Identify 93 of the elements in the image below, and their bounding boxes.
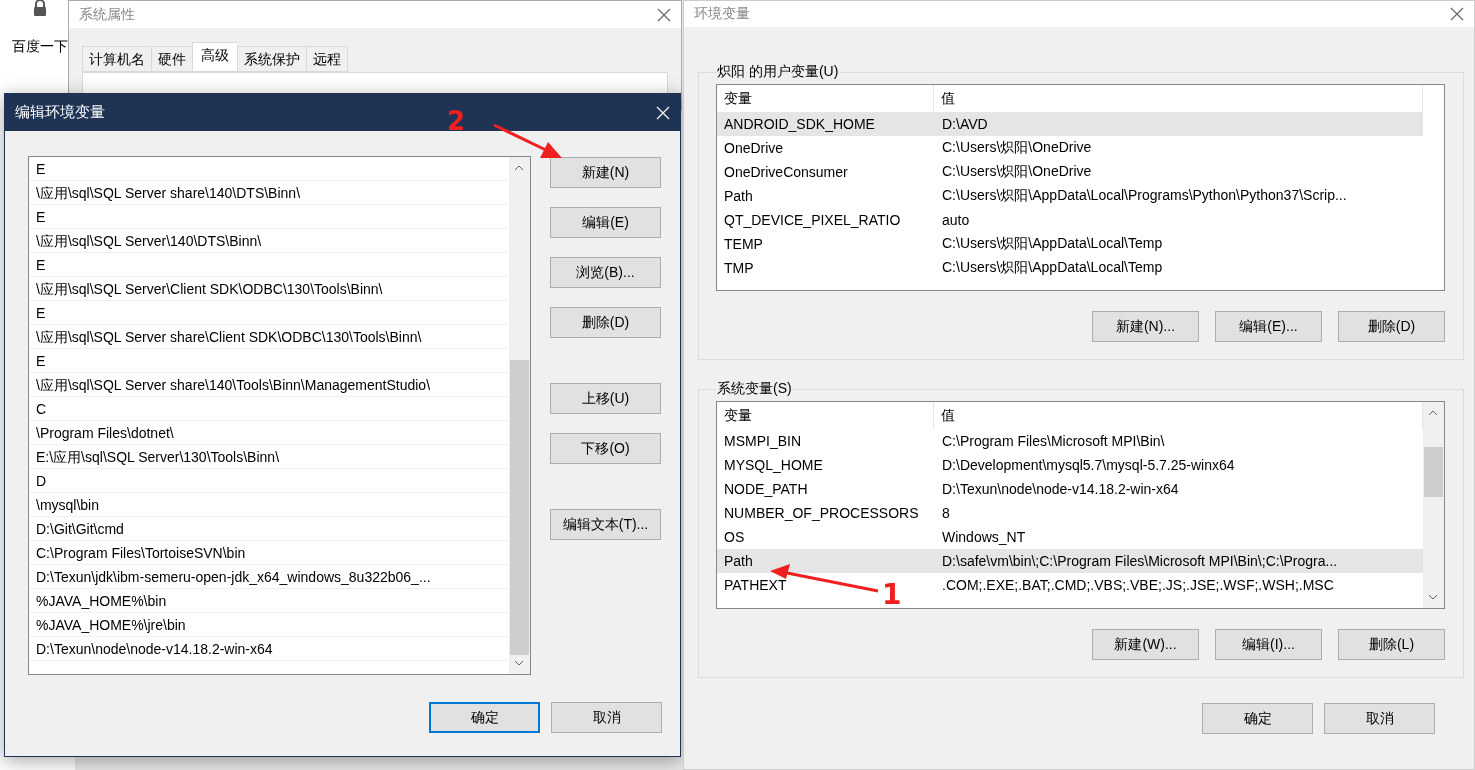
variable-button[interactable]: 编辑(E)... <box>1215 311 1322 342</box>
search-link[interactable]: 百度一下 <box>12 38 68 56</box>
tab[interactable]: 远程 <box>306 46 348 72</box>
path-entry[interactable]: %JAVA_HOME%\jre\bin <box>29 613 509 637</box>
dialog-button[interactable]: 下移(O) <box>550 433 661 464</box>
scroll-up-icon[interactable] <box>1428 410 1438 416</box>
annotation-number: 1 <box>882 578 902 611</box>
path-entry[interactable]: E <box>29 205 509 229</box>
tab[interactable]: 硬件 <box>151 46 192 72</box>
variable-value: 8 <box>941 505 950 521</box>
path-entry[interactable]: E:\应用\sql\SQL Server\130\Tools\Binn\ <box>29 445 509 469</box>
variable-value: D:\Development\mysql5.7\mysql-5.7.25-winx64 <box>941 457 1235 473</box>
variable-name: TMP <box>724 260 754 276</box>
variable-name: Path <box>724 553 753 569</box>
scroll-up-icon[interactable] <box>514 165 524 171</box>
cancel-button[interactable]: 取消 <box>1324 703 1435 734</box>
path-entry[interactable]: E <box>29 157 509 181</box>
dialog-button[interactable]: 编辑文本(T)... <box>550 509 661 540</box>
variable-value: C:\Users\炽阳\OneDrive <box>941 139 1092 157</box>
scrollbar[interactable] <box>509 157 530 674</box>
variable-button[interactable]: 编辑(I)... <box>1215 629 1322 660</box>
group-label: 系统变量(S) <box>716 380 793 398</box>
variable-value: Windows_NT <box>941 529 1026 545</box>
annotation-number: 2 <box>447 106 466 136</box>
path-entry[interactable]: D:\Git\Git\cmd <box>29 517 509 541</box>
variable-button[interactable]: 新建(W)... <box>1092 629 1199 660</box>
variable-button[interactable]: 新建(N)... <box>1092 311 1199 342</box>
variable-name: PATHEXT <box>724 577 787 593</box>
tab[interactable]: 系统保护 <box>237 46 306 72</box>
path-entry[interactable]: %JAVA_HOME%\bin <box>29 589 509 613</box>
dialog-button[interactable]: 删除(D) <box>550 307 661 338</box>
variable-value: auto <box>941 212 970 228</box>
variable-name: OS <box>724 529 745 545</box>
variable-value: D:\safe\vm\bin\;C:\Program Files\Microsoft MPI\Bin\;C:\Progra... <box>941 553 1338 569</box>
cancel-button[interactable]: 取消 <box>551 702 662 733</box>
ok-button[interactable]: 确定 <box>429 702 540 733</box>
path-entry[interactable]: D <box>29 469 509 493</box>
path-entry[interactable]: \应用\sql\SQL Server share\140\DTS\Binn\ <box>29 181 509 205</box>
dialog-button[interactable]: 编辑(E) <box>550 207 661 238</box>
variable-value: D:\Texun\node\node-v14.18.2-win-x64 <box>941 481 1179 497</box>
path-entry[interactable]: C:\Program Files\TortoiseSVN\bin <box>29 541 509 565</box>
path-entry[interactable]: C <box>29 397 509 421</box>
path-entry[interactable]: \应用\sql\SQL Server share\140\Tools\Binn\ManagementStudio\ <box>29 373 509 397</box>
window-title: 系统属性 <box>79 5 135 24</box>
variable-value: C:\Users\炽阳\OneDrive <box>941 163 1092 181</box>
path-entry[interactable]: E <box>29 253 509 277</box>
scroll-down-icon[interactable] <box>514 660 524 666</box>
path-entry[interactable]: E <box>29 349 509 373</box>
variable-button[interactable]: 删除(L) <box>1338 629 1445 660</box>
path-entry[interactable]: \mysql\bin <box>29 493 509 517</box>
variable-name: MYSQL_HOME <box>724 457 823 473</box>
path-entry[interactable]: \Program Files\dotnet\ <box>29 421 509 445</box>
scrollbar[interactable] <box>1423 402 1444 608</box>
path-entry[interactable]: \应用\sql\SQL Server\Client SDK\ODBC\130\Tools\Binn\ <box>29 277 509 301</box>
scrollbar-thumb[interactable] <box>510 360 529 655</box>
variable-name: Path <box>724 188 753 204</box>
variable-value: C:\Users\炽阳\AppData\Local\Programs\Python\Python37\Scrip... <box>941 187 1347 205</box>
variable-value: D:\AVD <box>941 116 988 132</box>
tab[interactable]: 计算机名 <box>82 46 151 72</box>
path-entry[interactable]: \应用\sql\SQL Server share\Client SDK\ODBC\130\Tools\Binn\ <box>29 325 509 349</box>
variable-name: ANDROID_SDK_HOME <box>724 116 875 132</box>
variable-value: C:\Users\炽阳\AppData\Local\Temp <box>941 235 1163 253</box>
path-entry[interactable]: D:\Texun\node\node-v14.18.2-win-x64 <box>29 637 509 661</box>
group-label: 炽阳 的用户变量(U) <box>716 63 840 81</box>
path-entry[interactable]: E <box>29 301 509 325</box>
selected-row-highlight[interactable]: Path D:\safe\vm\bin\;C:\Program Files\Microsoft MPI\Bin\;C:\Progra... <box>717 549 1423 573</box>
close-icon[interactable] <box>657 7 671 22</box>
scrollbar-thumb[interactable] <box>1424 447 1443 497</box>
variable-value: .COM;.EXE;.BAT;.CMD;.VBS;.VBE;.JS;.JSE;.WSF;.WSH;.MSC <box>941 577 1334 593</box>
dialog-button[interactable]: 上移(U) <box>550 383 661 414</box>
variable-value: C:\Program Files\Microsoft MPI\Bin\ <box>941 433 1165 449</box>
variable-name: OneDrive <box>724 140 784 156</box>
column-header[interactable]: 变量 <box>717 402 934 429</box>
variable-name: NUMBER_OF_PROCESSORS <box>724 505 919 521</box>
ok-button[interactable]: 确定 <box>1202 703 1313 734</box>
path-entry[interactable]: \应用\sql\SQL Server\140\DTS\Binn\ <box>29 229 509 253</box>
variable-button[interactable]: 删除(D) <box>1338 311 1445 342</box>
variable-name: QT_DEVICE_PIXEL_RATIO <box>724 212 901 228</box>
dialog-button[interactable]: 新建(N) <box>550 157 661 188</box>
dialog-title: 编辑环境变量 <box>15 103 105 122</box>
variable-value: C:\Users\炽阳\AppData\Local\Temp <box>941 259 1163 277</box>
scroll-down-icon[interactable] <box>1428 594 1438 600</box>
close-icon[interactable] <box>1450 7 1464 21</box>
tab[interactable]: 高级 <box>192 42 237 72</box>
window-title: 环境变量 <box>694 5 750 23</box>
variable-name: NODE_PATH <box>724 481 808 497</box>
lock-icon <box>33 0 47 16</box>
variable-name: OneDriveConsumer <box>724 164 848 180</box>
dialog-button[interactable]: 浏览(B)... <box>550 257 661 288</box>
variable-name: MSMPI_BIN <box>724 433 801 449</box>
path-entry[interactable]: D:\Texun\jdk\ibm-semeru-open-jdk_x64_windows_8u322b06_... <box>29 565 509 589</box>
variable-name: TEMP <box>724 236 763 252</box>
selected-row-highlight[interactable]: ANDROID_SDK_HOME D:\AVD <box>717 112 1423 136</box>
